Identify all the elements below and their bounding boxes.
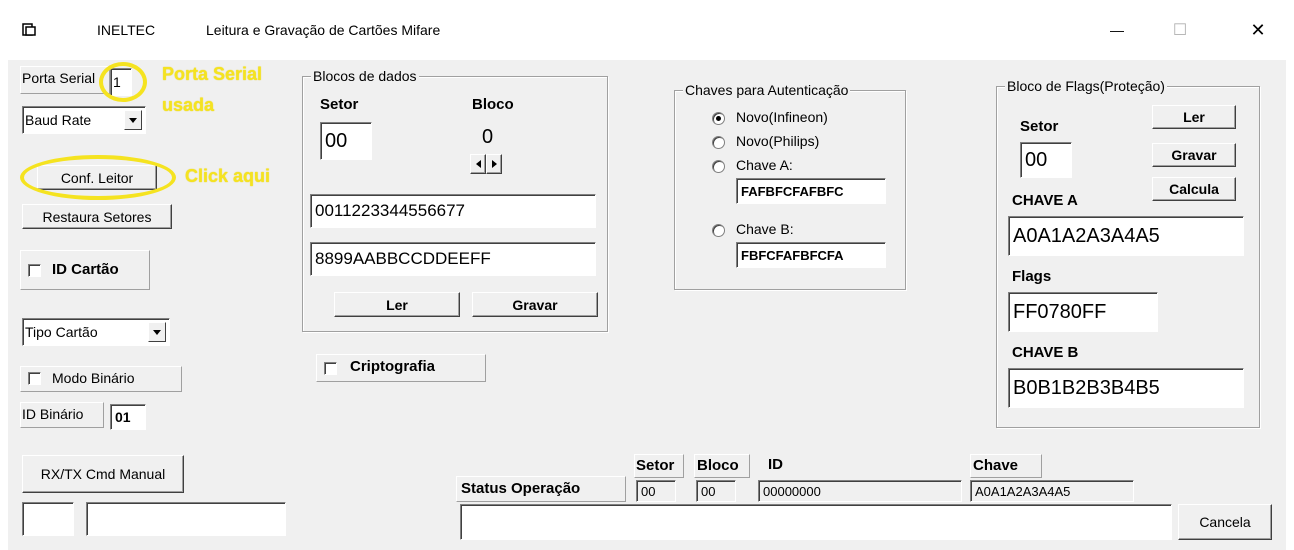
usada-annotation: usada — [162, 95, 215, 115]
chevron-down-icon — [153, 329, 161, 335]
status-bloco-value: 00 — [696, 480, 736, 502]
status-operacao-label: Status Operação — [461, 480, 581, 497]
bloco-decrement-button[interactable] — [470, 154, 486, 174]
bloco-data-input-1[interactable]: 0011223344556677 — [310, 194, 596, 228]
porta-serial-label: Porta Serial — [22, 70, 96, 86]
flags-label: Flags — [1012, 268, 1052, 285]
flags-ler-button[interactable]: Ler — [1152, 105, 1236, 129]
radio-novo-infineon-label: Novo(Infineon) — [736, 109, 828, 125]
chaves-title: Chaves para Autenticação — [683, 82, 851, 98]
flags-gravar-button[interactable]: Gravar — [1152, 143, 1236, 167]
chave-b-label: CHAVE B — [1012, 344, 1079, 361]
baud-rate-value: Baud Rate — [25, 112, 92, 128]
close-button[interactable]: ✕ — [1238, 16, 1278, 44]
radio-chave-b[interactable] — [712, 224, 725, 237]
id-cartao-checkbox[interactable] — [28, 264, 41, 277]
tipo-cartao-dropdown[interactable] — [148, 322, 166, 342]
flags-chave-b-input[interactable]: B0B1B2B3B4B5 — [1008, 368, 1244, 408]
criptografia-checkbox[interactable] — [324, 362, 337, 375]
blocos-ler-button[interactable]: Ler — [334, 292, 460, 317]
maximize-icon: ☐ — [1172, 22, 1188, 39]
porta-serial-panel: Porta Serial — [20, 66, 110, 94]
porta-serial-highlight — [99, 62, 147, 102]
arrow-right-icon — [491, 160, 497, 168]
tipo-cartao-value: Tipo Cartão — [25, 324, 98, 340]
click-aqui-annotation: Click aqui — [185, 166, 271, 186]
app-icon — [22, 22, 38, 38]
status-id-label: ID — [768, 456, 783, 473]
chevron-down-icon — [129, 117, 137, 123]
flags-title: Bloco de Flags(Proteção) — [1005, 78, 1167, 94]
chave-b-input[interactable]: FBFCFAFBFCFA — [736, 242, 886, 268]
flags-setor-input[interactable]: 00 — [1020, 142, 1072, 178]
status-setor-label-panel: Setor — [634, 454, 684, 478]
arrow-left-icon — [475, 160, 481, 168]
blocos-de-dados-title: Blocos de dados — [311, 68, 419, 84]
close-icon: ✕ — [1250, 19, 1266, 40]
maximize-button[interactable]: ☐ — [1160, 16, 1200, 44]
radio-chave-a-label: Chave A: — [736, 157, 793, 173]
flags-calcula-button[interactable]: Calcula — [1152, 177, 1236, 201]
small-status-box — [22, 502, 74, 536]
modo-binario-label: Modo Binário — [52, 370, 135, 386]
flags-chave-a-input[interactable]: A0A1A2A3A4A5 — [1008, 216, 1244, 256]
radio-novo-infineon[interactable] — [712, 112, 725, 125]
status-operacao-panel: Status Operação — [456, 476, 626, 502]
criptografia-label: Criptografia — [350, 358, 436, 375]
id-binario-panel: ID Binário — [20, 402, 104, 428]
radio-novo-philips[interactable] — [712, 136, 725, 149]
long-status-box — [86, 502, 286, 536]
status-chave-label-panel: Chave — [970, 454, 1042, 478]
cancela-button[interactable]: Cancela — [1178, 504, 1272, 540]
blocos-bloco-value: 0 — [482, 126, 494, 148]
conf-leitor-highlight — [20, 155, 176, 200]
modo-binario-checkbox[interactable] — [28, 372, 41, 385]
blocos-setor-label: Setor — [320, 96, 359, 113]
window-title: Leitura e Gravação de Cartões Mifare — [206, 22, 441, 38]
baud-rate-dropdown[interactable] — [124, 110, 142, 130]
blocos-setor-input[interactable]: 00 — [320, 122, 372, 160]
status-chave-value: A0A1A2A3A4A5 — [970, 480, 1134, 502]
app-name: INELTEC — [97, 22, 156, 38]
radio-novo-philips-label: Novo(Philips) — [736, 133, 820, 149]
status-message-box — [460, 504, 1172, 540]
minimize-icon: — — [1110, 22, 1124, 38]
flags-setor-label: Setor — [1020, 118, 1059, 135]
radio-chave-b-label: Chave B: — [736, 221, 794, 237]
blocos-gravar-button[interactable]: Gravar — [472, 292, 598, 317]
status-setor-label: Setor — [636, 457, 675, 474]
id-cartao-label: ID Cartão — [52, 261, 119, 278]
status-setor-value: 00 — [636, 480, 676, 502]
status-bloco-label: Bloco — [697, 457, 739, 474]
bloco-data-input-2[interactable]: 8899AABBCCDDEEFF — [310, 242, 596, 276]
flags-value-input[interactable]: FF0780FF — [1008, 292, 1158, 332]
title-bar: INELTEC Leitura e Gravação de Cartões Mi… — [0, 0, 1294, 60]
chave-a-input[interactable]: FAFBFCFAFBFC — [736, 178, 886, 204]
minimize-button[interactable]: — — [1097, 16, 1137, 44]
id-binario-input[interactable]: 01 — [110, 404, 146, 430]
chave-a-label: CHAVE A — [1012, 192, 1078, 209]
blocos-bloco-label: Bloco — [472, 96, 514, 113]
rx-tx-cmd-manual-button[interactable]: RX/TX Cmd Manual — [22, 455, 184, 493]
radio-chave-a[interactable] — [712, 160, 725, 173]
porta-serial-annotation: Porta Serial — [162, 64, 263, 84]
restaura-setores-button[interactable]: Restaura Setores — [22, 204, 172, 229]
status-id-value: 00000000 — [758, 480, 962, 502]
bloco-increment-button[interactable] — [486, 154, 502, 174]
status-chave-label: Chave — [973, 457, 1019, 474]
status-bloco-label-panel: Bloco — [694, 454, 750, 478]
id-binario-label: ID Binário — [22, 406, 84, 422]
